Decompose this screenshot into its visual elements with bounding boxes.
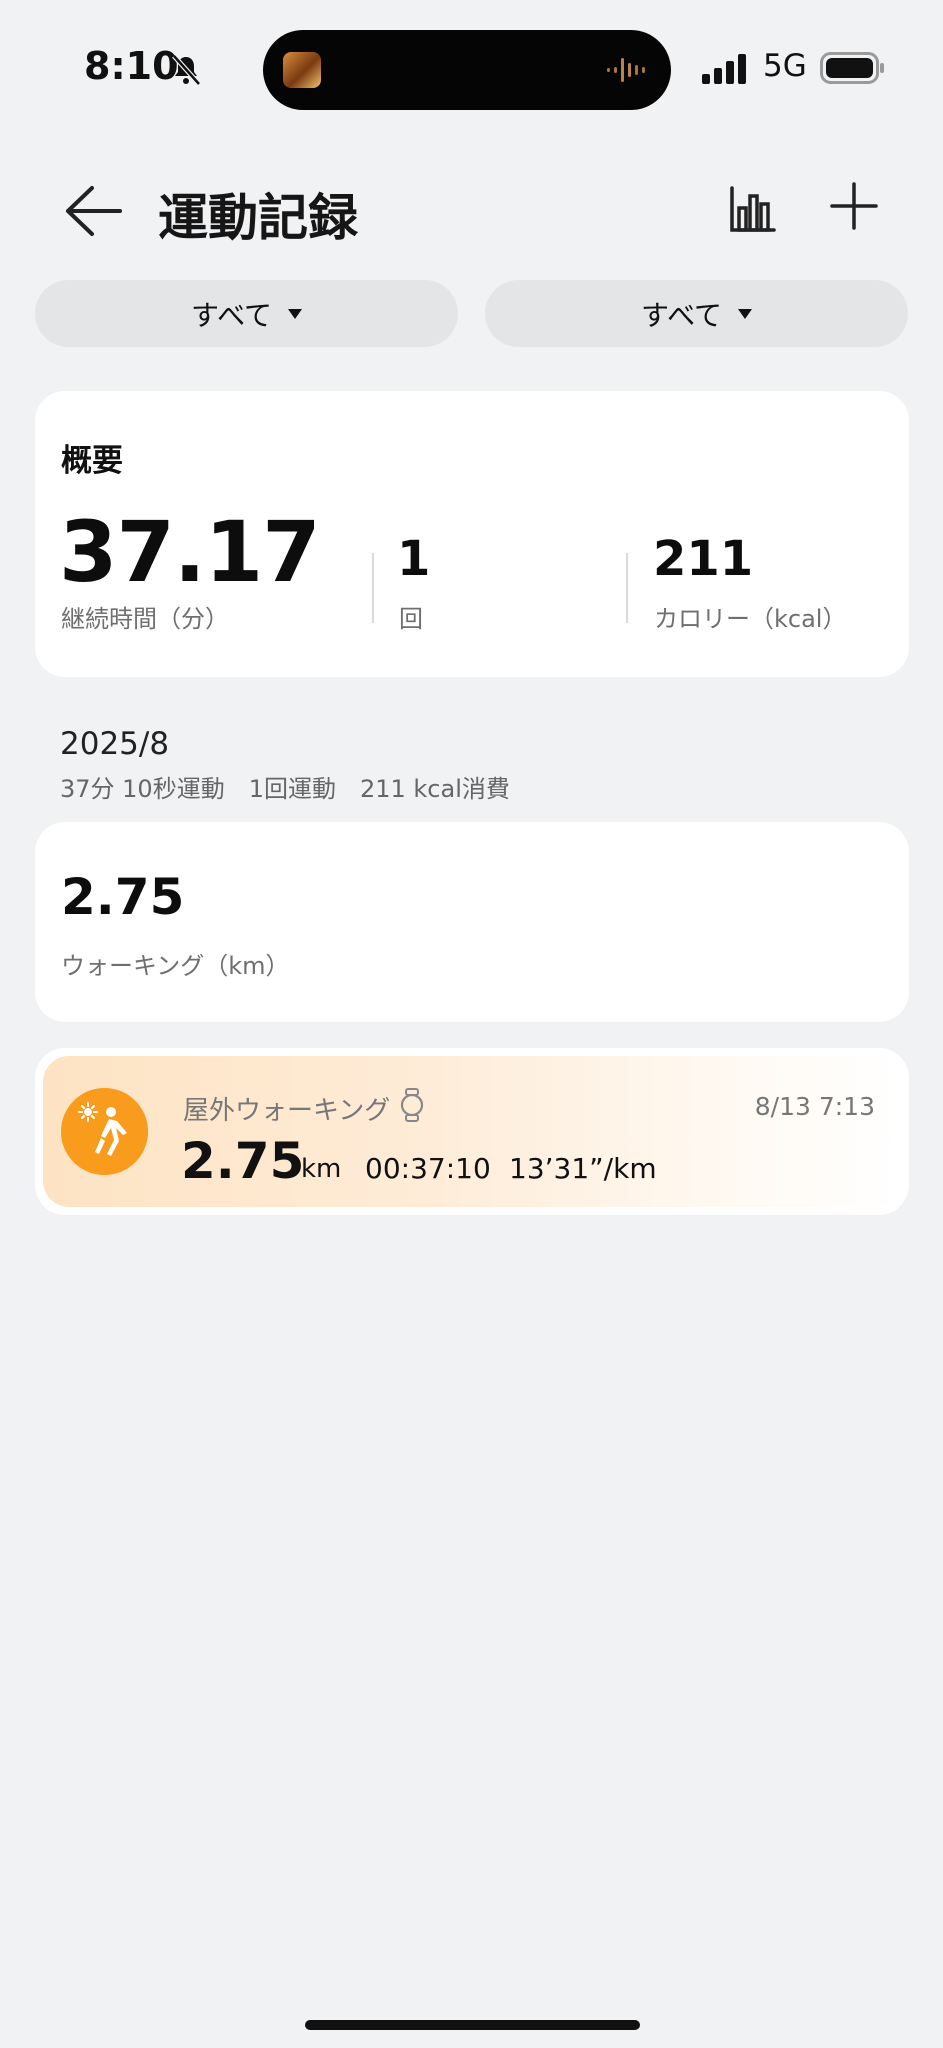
activity-distance: 2.75 bbox=[181, 1132, 305, 1190]
audio-wave-icon bbox=[607, 58, 645, 82]
bell-muted-icon bbox=[172, 54, 201, 86]
summary-card: 概要 37.17 継続時間（分） 1 回 211 カロリー（kcal） bbox=[35, 391, 909, 677]
count-value: 1 bbox=[397, 531, 431, 587]
caret-down-icon bbox=[287, 308, 302, 319]
period-filter[interactable]: すべて bbox=[485, 280, 908, 347]
dynamic-island[interactable] bbox=[263, 30, 671, 110]
divider bbox=[372, 553, 374, 623]
count-label: 回 bbox=[399, 605, 423, 633]
battery-icon bbox=[820, 52, 884, 84]
activity-datetime: 8/13 7:13 bbox=[754, 1092, 875, 1121]
calories-label: カロリー（kcal） bbox=[654, 605, 847, 633]
now-playing-thumbnail bbox=[283, 52, 321, 88]
walking-distance-label: ウォーキング（km） bbox=[61, 952, 290, 980]
filter-label: すべて bbox=[641, 298, 722, 332]
summary-title: 概要 bbox=[61, 443, 123, 479]
back-arrow-icon[interactable] bbox=[62, 182, 124, 240]
activity-record-background: 屋外ウォーキング 8/13 7:13 2.75 km 00:37:10 13’3… bbox=[43, 1056, 901, 1207]
home-indicator[interactable] bbox=[305, 2020, 640, 2030]
page-title: 運動記録 bbox=[158, 189, 358, 247]
activity-distance-unit: km bbox=[301, 1154, 342, 1184]
duration-value: 37.17 bbox=[59, 503, 321, 601]
activity-name: 屋外ウォーキング bbox=[183, 1096, 391, 1126]
exercise-records-screen: 8:10 5G 運動記録 すべて すべて 概要 37.17 継続時間（分） 1 … bbox=[0, 0, 943, 2048]
duration-label: 継続時間（分） bbox=[61, 605, 229, 633]
walking-total-card[interactable]: 2.75 ウォーキング（km） bbox=[35, 822, 909, 1022]
activity-duration: 00:37:10 bbox=[365, 1152, 491, 1185]
month-summary: 37分 10秒運動 1回運動 211 kcal消費 bbox=[60, 775, 510, 803]
activity-pace: 13’31”/km bbox=[509, 1152, 657, 1185]
bar-chart-icon[interactable] bbox=[728, 182, 776, 234]
filter-label: すべて bbox=[191, 298, 272, 332]
watch-icon bbox=[400, 1088, 424, 1122]
status-time: 8:10 bbox=[84, 44, 179, 88]
divider bbox=[626, 553, 628, 623]
month-heading: 2025/8 bbox=[60, 726, 170, 762]
app-header: 運動記録 bbox=[0, 160, 943, 260]
status-bar: 8:10 5G bbox=[0, 0, 943, 140]
activity-record-item[interactable]: 屋外ウォーキング 8/13 7:13 2.75 km 00:37:10 13’3… bbox=[35, 1048, 909, 1215]
network-type: 5G bbox=[763, 48, 807, 84]
calories-value: 211 bbox=[653, 531, 754, 587]
walking-distance-value: 2.75 bbox=[61, 868, 185, 926]
cellular-signal-icon bbox=[702, 54, 746, 84]
caret-down-icon bbox=[737, 308, 752, 319]
plus-icon[interactable] bbox=[828, 180, 880, 232]
activity-type-filter[interactable]: すべて bbox=[35, 280, 458, 347]
outdoor-walking-icon bbox=[61, 1088, 148, 1175]
